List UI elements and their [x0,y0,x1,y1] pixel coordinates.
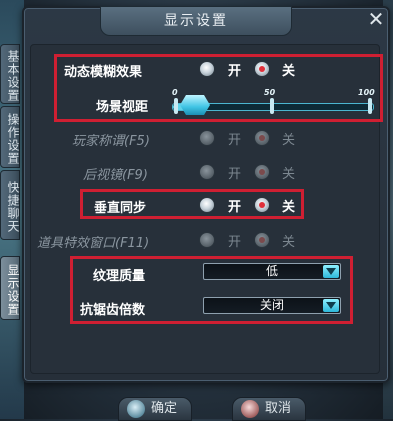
player-title-on-label: 开 [228,133,242,148]
player-title-off-radio[interactable] [254,130,270,146]
vsync-label: 垂直同步 [94,201,147,216]
rear-mirror-on-radio[interactable] [199,164,215,180]
slider-handle[interactable] [180,95,210,115]
motion-blur-off-label: 关 [282,64,296,79]
vsync-on-radio[interactable] [199,197,215,213]
tab-display-settings[interactable]: 显示设置 [0,256,20,320]
antialiasing-dropdown[interactable]: 关闭 [203,297,341,314]
slider-tick-label-50: 50 [264,88,276,97]
confirm-label: 确定 [151,401,178,416]
vsync-off-radio[interactable] [254,197,270,213]
vsync-on-label: 开 [228,200,242,215]
rear-mirror-on-label: 开 [228,167,242,182]
item-effects-on-radio[interactable] [199,232,215,248]
antialiasing-label: 抗锯齿倍数 [80,303,146,318]
antialiasing-value: 关闭 [259,298,284,312]
texture-quality-dropdown[interactable]: 低 [203,263,341,280]
rear-mirror-off-label: 关 [282,167,296,182]
player-title-label: 玩家称谓(F5) [72,134,150,149]
item-effects-on-label: 开 [228,235,242,250]
rear-mirror-off-radio[interactable] [254,164,270,180]
texture-quality-value: 低 [265,264,278,278]
tab-control-settings[interactable]: 操作设置 [0,106,20,168]
player-title-on-radio[interactable] [199,130,215,146]
cancel-label: 取消 [265,401,292,416]
confirm-icon [127,400,145,418]
slider-tick-0 [174,98,178,114]
window-title: 显示设置 [100,6,292,36]
slider-tick-label-0: 0 [172,88,178,97]
item-effects-off-radio[interactable] [254,232,270,248]
item-effects-label: 道具特效窗口(F11) [37,236,150,251]
view-distance-label: 场景视距 [96,100,149,115]
slider-tick-100 [368,98,372,114]
motion-blur-label: 动态模糊效果 [64,65,143,80]
player-title-off-label: 关 [282,133,296,148]
cancel-icon [241,400,259,418]
slider-tick-50 [270,98,274,114]
tab-quick-chat[interactable]: 快捷聊天 [0,170,20,240]
motion-blur-off-radio[interactable] [254,61,270,77]
chevron-down-icon[interactable] [323,265,339,278]
confirm-button[interactable]: 确定 [118,397,192,421]
item-effects-off-label: 关 [282,235,296,250]
chevron-down-icon[interactable] [323,299,339,312]
slider-tick-label-100: 100 [358,88,375,97]
motion-blur-on-radio[interactable] [199,61,215,77]
motion-blur-on-label: 开 [228,64,242,79]
cancel-button[interactable]: 取消 [232,397,306,421]
texture-quality-label: 纹理质量 [93,269,146,284]
rear-mirror-label: 后视镜(F9) [83,168,148,183]
tab-basic-settings[interactable]: 基本设置 [0,44,20,104]
vsync-off-label: 关 [282,200,296,215]
close-icon[interactable]: ✕ [365,8,387,30]
